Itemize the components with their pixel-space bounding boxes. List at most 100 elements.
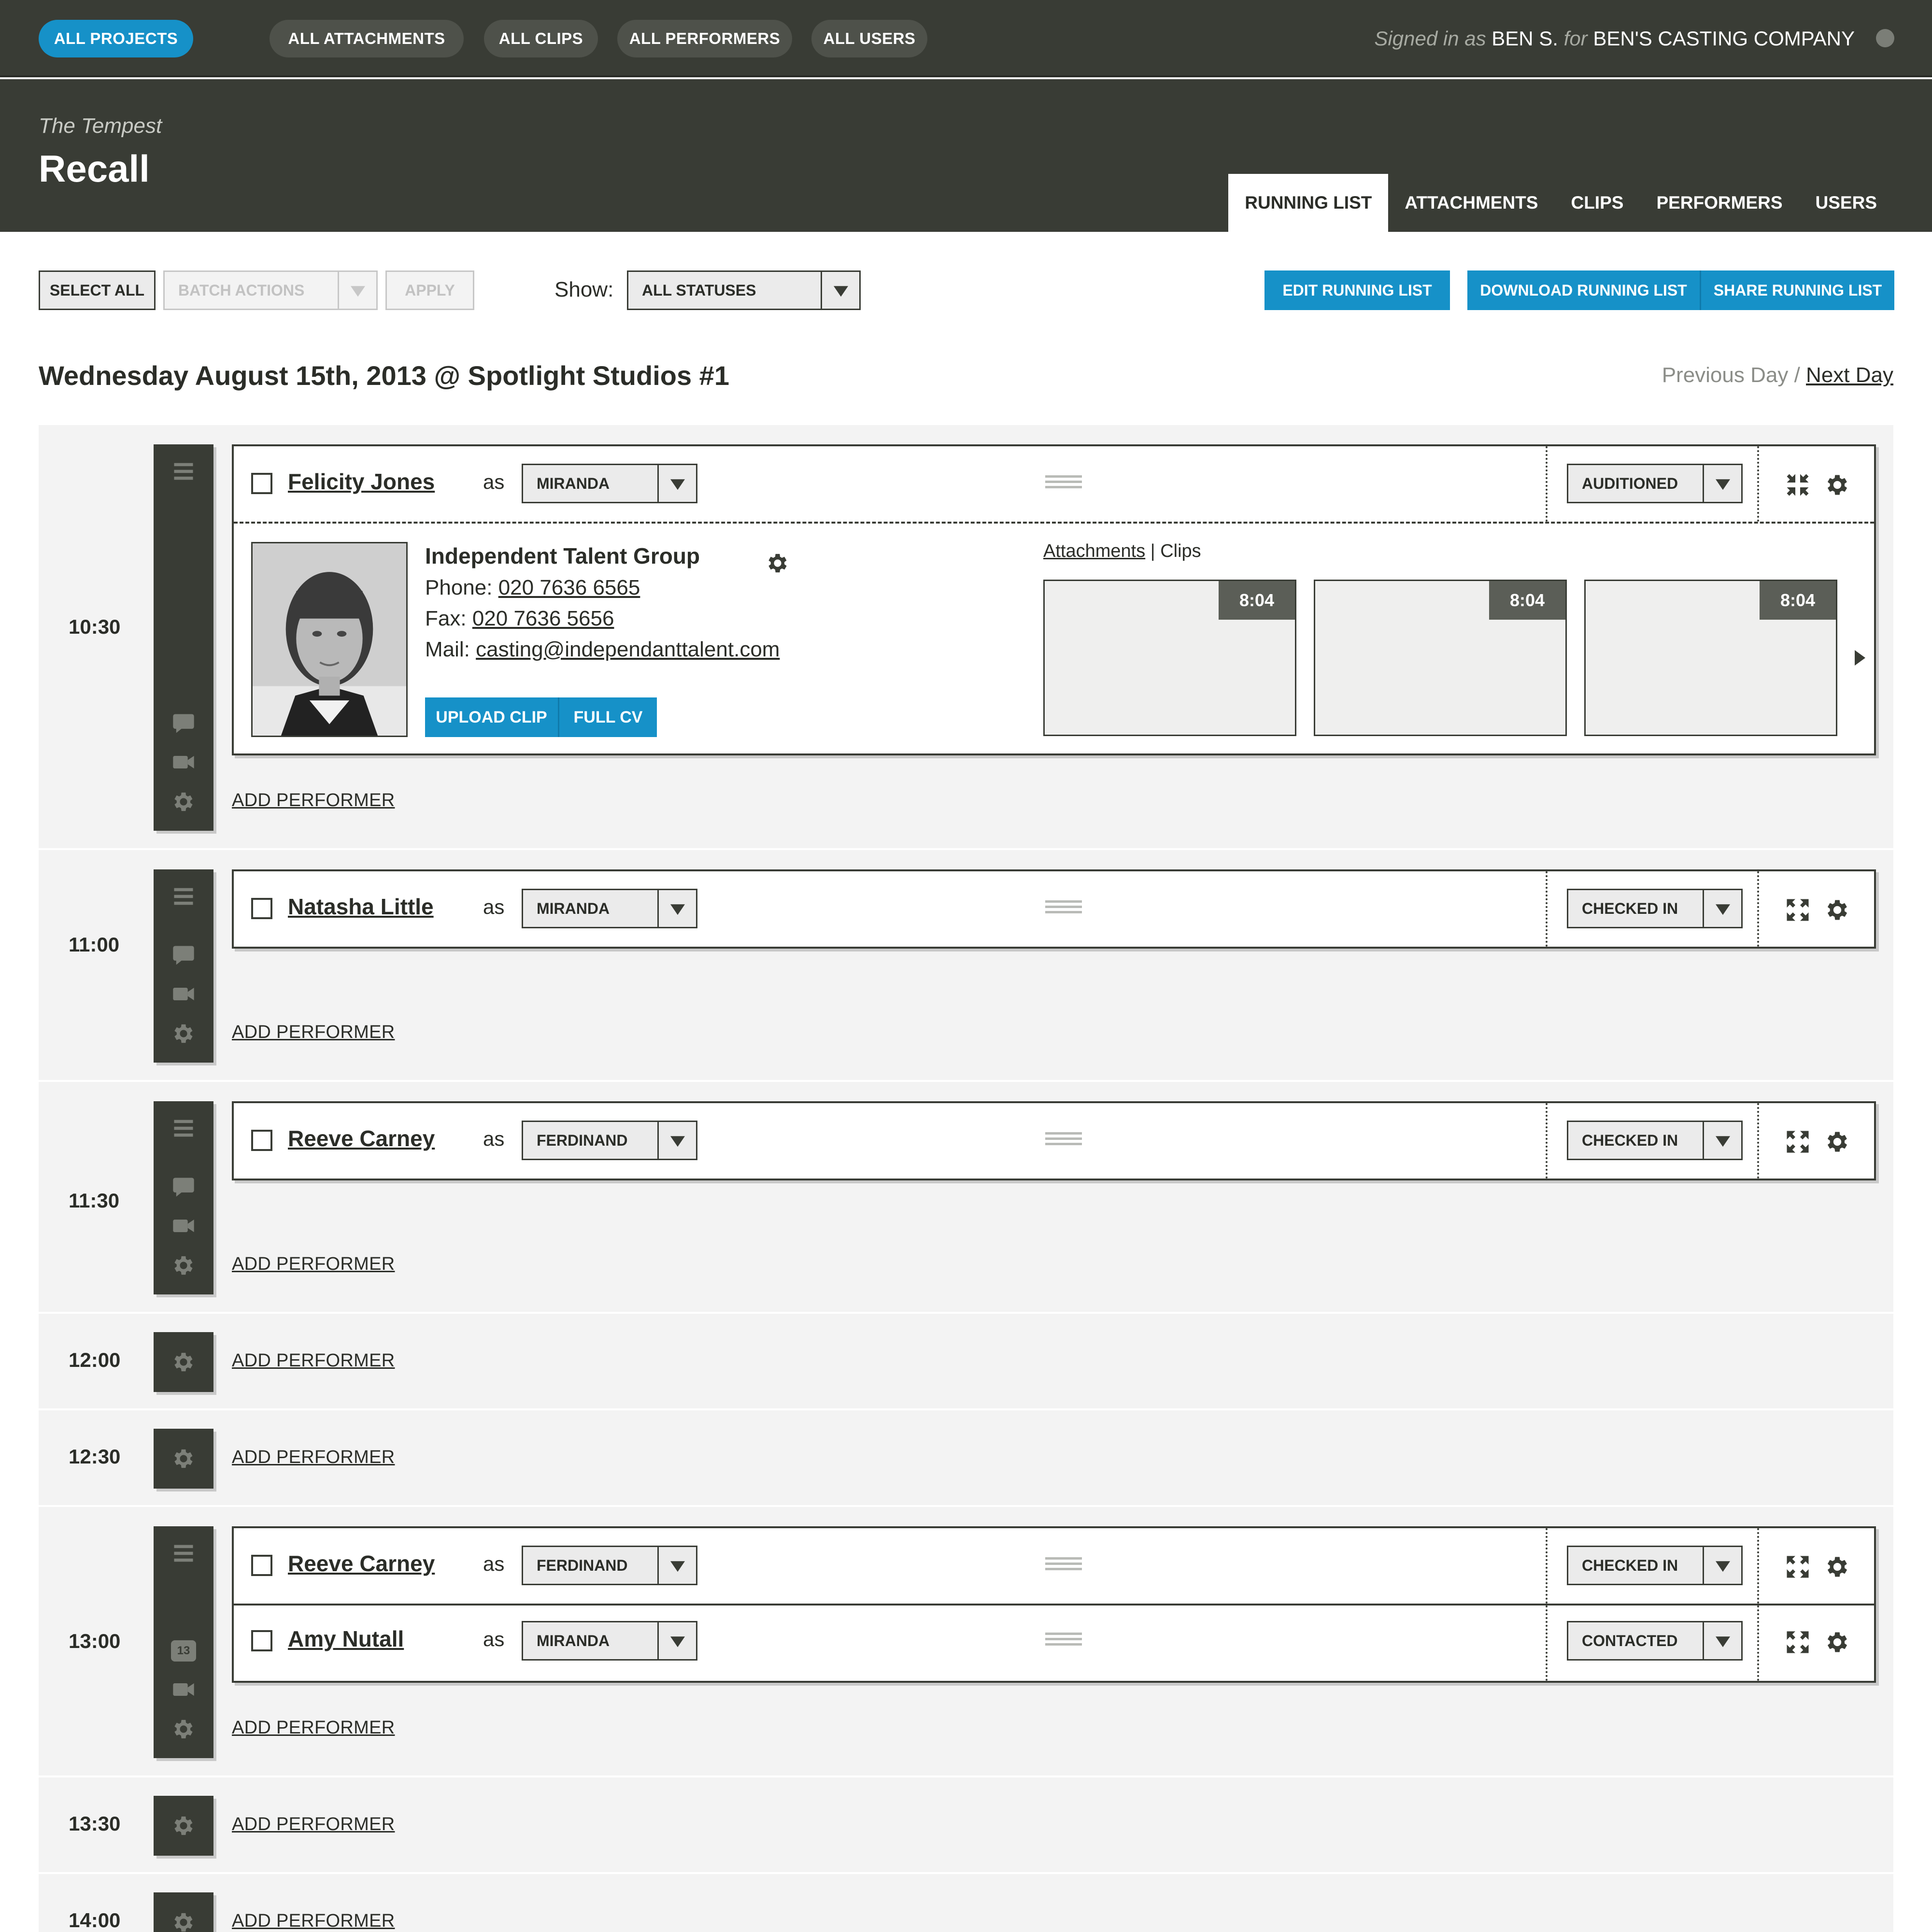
status-dropdown[interactable]: CHECKED IN [1567, 889, 1743, 928]
nav-all-clips[interactable]: ALL CLIPS [484, 20, 598, 57]
role-dropdown[interactable]: MIRANDA [522, 464, 697, 503]
role-dropdown[interactable]: MIRANDA [522, 1621, 697, 1661]
comment-icon[interactable] [171, 711, 196, 736]
tab-running-list[interactable]: RUNNING LIST [1228, 174, 1389, 232]
gear-icon[interactable] [1824, 1553, 1851, 1580]
drag-handle-icon[interactable] [1045, 1132, 1082, 1151]
nav-all-projects[interactable]: ALL PROJECTS [39, 20, 193, 57]
performer-name-link[interactable]: Reeve Carney [288, 1550, 435, 1577]
add-performer-link[interactable]: ADD PERFORMER [232, 1718, 395, 1738]
performer-name-link[interactable]: Felicity Jones [288, 469, 435, 495]
batch-actions-dropdown[interactable]: BATCH ACTIONS [163, 270, 378, 310]
chevron-down-icon [657, 1547, 696, 1584]
tab-performers[interactable]: PERFORMERS [1640, 174, 1799, 232]
drag-handle-icon[interactable] [1045, 1633, 1082, 1652]
nav-all-users[interactable]: ALL USERS [811, 20, 927, 57]
add-performer-link[interactable]: ADD PERFORMER [232, 1350, 395, 1371]
tab-clips[interactable]: CLIPS [1554, 174, 1640, 232]
share-running-list-button[interactable]: SHARE RUNNING LIST [1701, 270, 1894, 310]
performer-name-link[interactable]: Amy Nutall [288, 1626, 404, 1652]
clip-thumbnail[interactable]: 8:04 [1314, 580, 1567, 736]
edit-running-list-button[interactable]: EDIT RUNNING LIST [1264, 270, 1450, 310]
signed-in-company[interactable]: BEN'S CASTING COMPANY [1593, 27, 1855, 50]
next-day-link[interactable]: Next Day [1806, 363, 1893, 387]
add-performer-link[interactable]: ADD PERFORMER [232, 1254, 395, 1275]
clip-duration: 8:04 [1760, 581, 1836, 620]
add-performer-link[interactable]: ADD PERFORMER [232, 1814, 395, 1835]
expand-icon[interactable] [1783, 1552, 1812, 1581]
gear-icon[interactable] [1824, 896, 1851, 923]
drag-handle-icon[interactable] [1045, 1557, 1082, 1577]
performer-checkbox[interactable] [251, 1555, 272, 1576]
nav-all-performers[interactable]: ALL PERFORMERS [617, 20, 792, 57]
gear-icon[interactable] [765, 551, 790, 576]
performer-name-link[interactable]: Natasha Little [288, 894, 434, 920]
role-dropdown[interactable]: FERDINAND [522, 1546, 697, 1585]
gear-icon[interactable] [171, 1350, 196, 1375]
drag-handle-icon[interactable] [1045, 900, 1082, 920]
gear-icon[interactable] [1824, 471, 1851, 498]
role-dropdown[interactable]: MIRANDA [522, 889, 697, 928]
gear-icon[interactable] [171, 1253, 196, 1278]
attachments-link[interactable]: Attachments [1043, 541, 1145, 561]
status-filter-dropdown[interactable]: ALL STATUSES [627, 270, 861, 310]
signed-in-user[interactable]: BEN S. [1492, 27, 1558, 50]
video-icon[interactable] [171, 750, 196, 775]
status-dropdown[interactable]: CONTACTED [1567, 1621, 1743, 1661]
gear-icon[interactable] [171, 1813, 196, 1838]
apply-button[interactable]: APPLY [385, 270, 474, 310]
add-performer-link[interactable]: ADD PERFORMER [232, 1447, 395, 1468]
full-cv-button[interactable]: FULL CV [559, 697, 657, 737]
user-status-dot[interactable] [1876, 29, 1894, 47]
status-dropdown[interactable]: CHECKED IN [1567, 1546, 1743, 1585]
clips-link[interactable]: Clips [1160, 541, 1201, 561]
comment-icon[interactable] [171, 1175, 196, 1200]
performer-checkbox[interactable] [251, 1630, 272, 1651]
mail-link[interactable]: casting@independanttalent.com [476, 638, 780, 661]
select-all-button[interactable]: SELECT ALL [39, 270, 156, 310]
drag-list-icon[interactable] [171, 459, 196, 484]
phone-link[interactable]: 020 7636 6565 [498, 576, 640, 599]
collapse-icon[interactable] [1783, 470, 1812, 499]
performer-checkbox[interactable] [251, 1130, 272, 1151]
performer-name-link[interactable]: Reeve Carney [288, 1125, 435, 1151]
gear-icon[interactable] [1824, 1128, 1851, 1155]
performer-checkbox[interactable] [251, 473, 272, 494]
clip-thumbnail[interactable]: 8:04 [1043, 580, 1296, 736]
gear-icon[interactable] [1824, 1629, 1851, 1656]
clip-thumbnail[interactable]: 8:04 [1584, 580, 1837, 736]
drag-list-icon[interactable] [171, 1541, 196, 1566]
expand-icon[interactable] [1783, 1628, 1812, 1657]
gear-icon[interactable] [171, 1717, 196, 1742]
gear-icon[interactable] [171, 1446, 196, 1471]
status-dropdown[interactable]: AUDITIONED [1567, 464, 1743, 503]
comment-count-badge[interactable]: 13 [171, 1640, 196, 1662]
chevron-down-icon [1703, 1622, 1741, 1659]
upload-clip-button[interactable]: UPLOAD CLIP [425, 697, 559, 737]
role-dropdown[interactable]: FERDINAND [522, 1121, 697, 1160]
tab-attachments[interactable]: ATTACHMENTS [1388, 174, 1554, 232]
tab-users[interactable]: USERS [1799, 174, 1893, 232]
video-icon[interactable] [171, 981, 196, 1007]
gear-icon[interactable] [171, 1021, 196, 1046]
fax-link[interactable]: 020 7636 5656 [472, 607, 614, 630]
video-icon[interactable] [171, 1213, 196, 1238]
comment-icon[interactable] [171, 943, 196, 968]
add-performer-link[interactable]: ADD PERFORMER [232, 790, 395, 811]
status-dropdown[interactable]: CHECKED IN [1567, 1121, 1743, 1160]
gear-icon[interactable] [171, 789, 196, 814]
add-performer-link[interactable]: ADD PERFORMER [232, 1911, 395, 1932]
nav-all-attachments[interactable]: ALL ATTACHMENTS [270, 20, 464, 57]
previous-day-link[interactable]: Previous Day [1662, 363, 1789, 387]
gear-icon[interactable] [171, 1910, 196, 1932]
video-icon[interactable] [171, 1677, 196, 1702]
drag-handle-icon[interactable] [1045, 475, 1082, 495]
add-performer-link[interactable]: ADD PERFORMER [232, 1022, 395, 1043]
download-running-list-button[interactable]: DOWNLOAD RUNNING LIST [1467, 270, 1701, 310]
expand-icon[interactable] [1783, 895, 1812, 924]
performer-checkbox[interactable] [251, 898, 272, 919]
next-clips-arrow-icon[interactable] [1855, 650, 1865, 666]
drag-list-icon[interactable] [171, 884, 196, 909]
expand-icon[interactable] [1783, 1127, 1812, 1156]
drag-list-icon[interactable] [171, 1116, 196, 1141]
